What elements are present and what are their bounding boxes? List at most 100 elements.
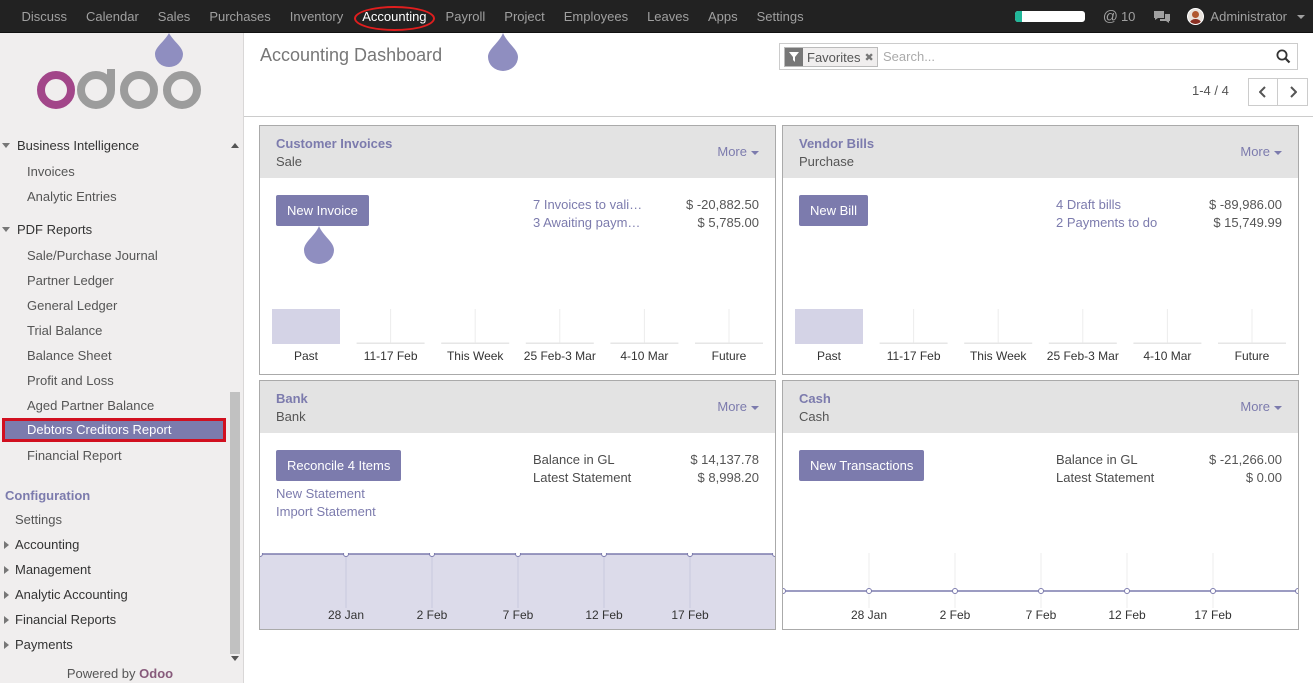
more-dropdown[interactable]: More [1240, 144, 1282, 159]
scroll-up-arrow-icon[interactable] [231, 143, 239, 148]
more-dropdown[interactable]: More [717, 144, 759, 159]
sidebar-item-partner-ledger[interactable]: Partner Ledger [27, 273, 114, 288]
search-facet-favorites[interactable]: Favorites ✖ [784, 47, 878, 67]
sidebar-item-trial-balance[interactable]: Trial Balance [27, 323, 102, 338]
topnav-apps[interactable]: Apps [699, 0, 748, 33]
data-point[interactable] [515, 553, 521, 557]
topnav-sales[interactable]: Sales [148, 0, 200, 33]
systray: @ 10 Administrator [1014, 0, 1305, 33]
new-statement-link[interactable]: New Statement [276, 485, 376, 503]
payments-to-do-link[interactable]: 2 Payments to do [1056, 214, 1168, 232]
sidebar-item-balance-sheet[interactable]: Balance Sheet [27, 348, 112, 363]
bar[interactable] [879, 342, 948, 345]
sidebar-item-invoices[interactable]: Invoices [27, 164, 75, 179]
sidebar-section-analytic-accounting[interactable]: Analytic Accounting [0, 587, 128, 602]
bar[interactable] [1133, 342, 1202, 345]
sidebar-item-profit-and-loss[interactable]: Profit and Loss [27, 373, 114, 388]
sidebar-item-sale-purchase-journal[interactable]: Sale/Purchase Journal [27, 248, 158, 263]
bar[interactable] [964, 342, 1033, 345]
data-point[interactable] [952, 588, 958, 594]
data-point[interactable] [429, 553, 435, 557]
search-icon[interactable] [1276, 49, 1291, 64]
new-transactions-button[interactable]: New Transactions [799, 450, 925, 481]
data-point[interactable] [343, 553, 349, 557]
sidebar-section-financial-reports[interactable]: Financial Reports [0, 612, 116, 627]
sidebar-section-pdf-reports[interactable]: PDF Reports [0, 222, 92, 237]
sidebar-item-analytic-entries[interactable]: Analytic Entries [27, 189, 117, 204]
data-point[interactable] [772, 553, 776, 557]
sidebar-section-accounting[interactable]: Accounting [0, 537, 79, 552]
x-tick-label: 25 Feb-3 Mar [524, 349, 596, 363]
scrollbar-thumb[interactable] [230, 392, 240, 654]
sidebar-section-management[interactable]: Management [0, 562, 91, 577]
new-bill-button[interactable]: New Bill [799, 195, 868, 226]
chat-icon[interactable] [1153, 10, 1171, 24]
scroll-down-arrow-icon[interactable] [231, 656, 239, 661]
bar[interactable] [272, 309, 340, 344]
filter-icon [785, 48, 803, 66]
sidebar-item-general-ledger[interactable]: General Ledger [27, 298, 117, 313]
bar[interactable] [795, 309, 863, 344]
data-point[interactable] [1124, 588, 1130, 594]
new-invoice-button[interactable]: New Invoice [276, 195, 369, 226]
journal-name[interactable]: Bank [276, 391, 308, 406]
topnav-discuss[interactable]: Discuss [12, 0, 77, 33]
more-dropdown[interactable]: More [717, 399, 759, 414]
topnav-employees[interactable]: Employees [554, 0, 637, 33]
search-bar[interactable]: Favorites ✖ Search... [779, 43, 1298, 70]
sidebar-scrollbar[interactable] [229, 138, 241, 663]
import-statement-link[interactable]: Import Statement [276, 503, 376, 521]
topnav-project[interactable]: Project [495, 0, 554, 33]
data-point[interactable] [783, 588, 786, 594]
x-tick-label: 7 Feb [503, 608, 534, 622]
bar[interactable] [695, 342, 763, 345]
data-point[interactable] [687, 553, 693, 557]
pager-previous-button[interactable] [1248, 78, 1278, 106]
topnav-accounting[interactable]: Accounting [353, 0, 436, 33]
search-input[interactable]: Search... [883, 49, 935, 64]
stat-amount: $ 14,137.78 [690, 452, 759, 467]
sidebar-section-business-intelligence[interactable]: Business Intelligence [0, 138, 139, 153]
main-content: Accounting Dashboard Favorites ✖ Search.… [244, 33, 1313, 683]
user-menu[interactable]: Administrator [1187, 8, 1305, 25]
journal-name[interactable]: Vendor Bills [799, 136, 874, 151]
data-point[interactable] [1210, 588, 1216, 594]
balance-in-gl-label: Balance in GL [533, 452, 615, 467]
awaiting-payments-link[interactable]: 3 Awaiting paym… [533, 214, 645, 232]
data-point[interactable] [1038, 588, 1044, 594]
sidebar-section-payments[interactable]: Payments [0, 637, 73, 652]
journal-name[interactable]: Cash [799, 391, 831, 406]
topnav-calendar[interactable]: Calendar [77, 0, 149, 33]
odoo-link[interactable]: Odoo [139, 666, 173, 681]
sidebar-item-settings[interactable]: Settings [15, 512, 62, 527]
data-point[interactable] [601, 553, 607, 557]
bar[interactable] [525, 342, 594, 345]
topnav-inventory[interactable]: Inventory [280, 0, 352, 33]
caret-down-icon [2, 227, 10, 233]
remove-facet-icon[interactable]: ✖ [864, 51, 876, 64]
sidebar-item-aged-partner-balance[interactable]: Aged Partner Balance [27, 398, 154, 413]
bar[interactable] [610, 342, 679, 345]
onboarding-progress-bar[interactable] [1014, 11, 1085, 22]
invoices-to-validate-link[interactable]: 7 Invoices to vali… [533, 196, 645, 214]
sidebar-item-debtors-creditors-report[interactable]: Debtors Creditors Report [2, 418, 226, 442]
data-point[interactable] [260, 553, 263, 557]
bar[interactable] [441, 342, 510, 345]
more-dropdown[interactable]: More [1240, 399, 1282, 414]
draft-bills-link[interactable]: 4 Draft bills [1056, 196, 1168, 214]
data-point[interactable] [1295, 588, 1299, 594]
data-point[interactable] [866, 588, 872, 594]
topnav-purchases[interactable]: Purchases [200, 0, 280, 33]
area-chart: 28 Jan 2 Feb 7 Feb 12 Feb 17 Feb [260, 553, 775, 629]
bar[interactable] [1218, 342, 1286, 345]
mentions-counter[interactable]: @ 10 [1103, 8, 1136, 25]
reconcile-items-button[interactable]: Reconcile 4 Items [276, 450, 402, 481]
bar[interactable] [1048, 342, 1117, 345]
sidebar-item-financial-report[interactable]: Financial Report [27, 448, 122, 463]
topnav-settings[interactable]: Settings [747, 0, 813, 33]
topnav-payroll[interactable]: Payroll [436, 0, 495, 33]
bar[interactable] [356, 342, 425, 345]
topnav-leaves[interactable]: Leaves [638, 0, 699, 33]
pager-next-button[interactable] [1278, 78, 1308, 106]
journal-name[interactable]: Customer Invoices [276, 136, 392, 151]
